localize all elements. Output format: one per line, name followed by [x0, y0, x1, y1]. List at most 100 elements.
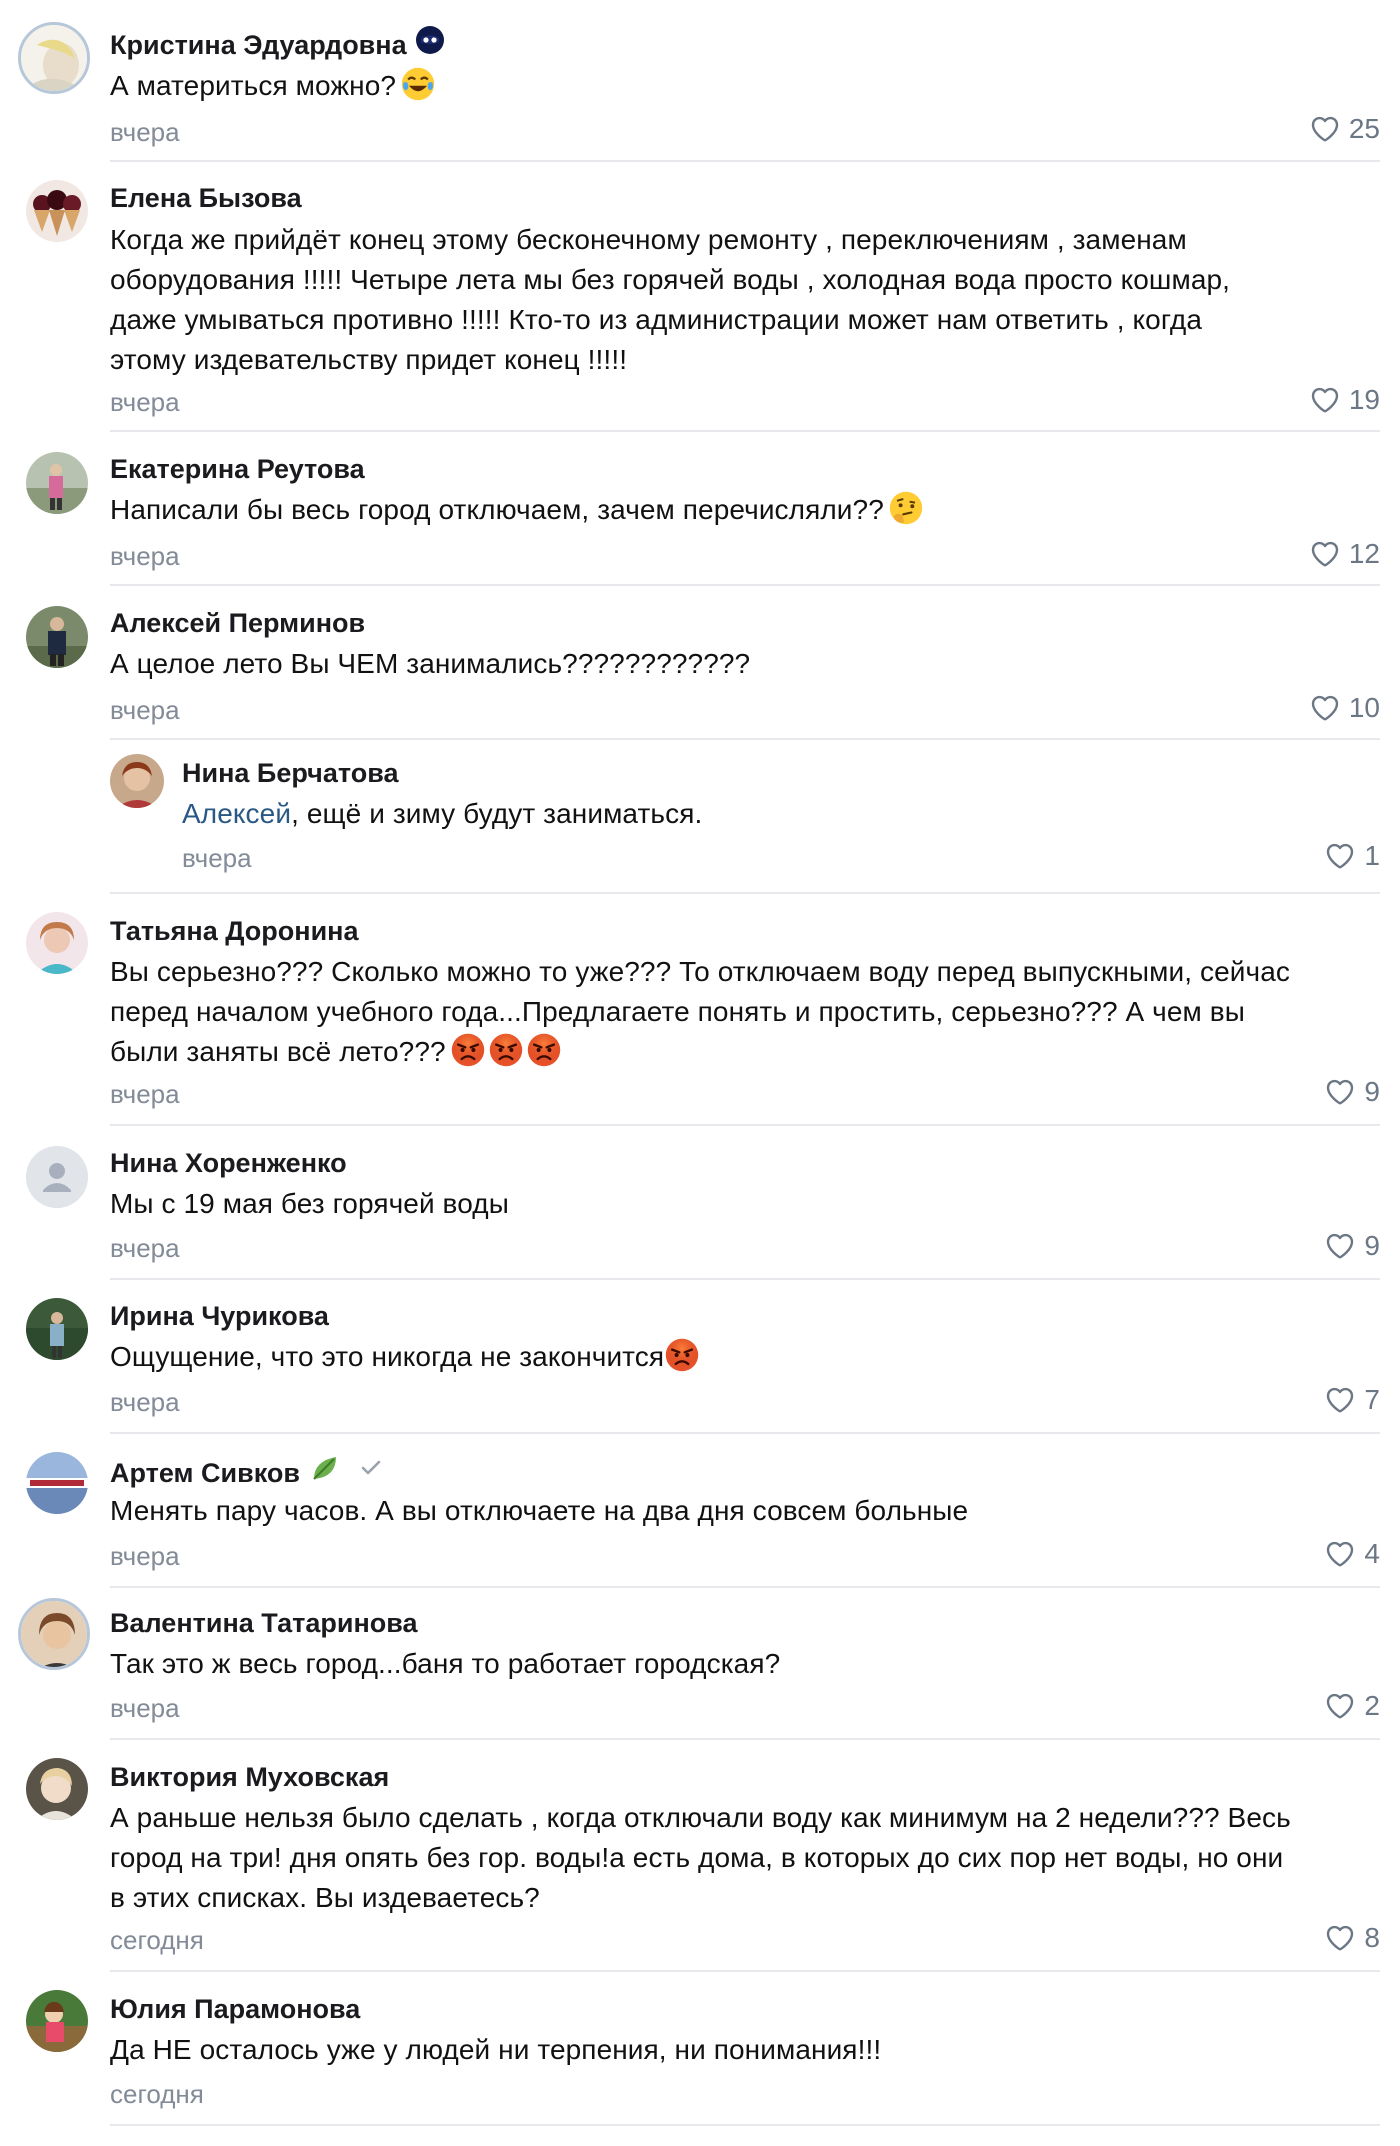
heart-icon [1324, 1922, 1356, 1954]
like-count: 2 [1364, 1690, 1380, 1721]
like-button[interactable]: 8 [1324, 1921, 1380, 1955]
angry-emoji-icon [664, 1337, 700, 1373]
author-name[interactable]: Нина Берчатова [182, 756, 398, 790]
author-name[interactable]: Валентина Татаринова [110, 1606, 418, 1640]
comment-time[interactable]: вчера [110, 1692, 180, 1724]
heart-icon [1324, 1076, 1356, 1108]
author-name[interactable]: Екатерина Реутова [110, 452, 365, 486]
like-count: 8 [1364, 1922, 1380, 1953]
avatar[interactable] [26, 1298, 88, 1360]
mask-badge-icon [415, 25, 445, 63]
comment-text: Когда же прийдёт конец этому бесконечном… [110, 224, 1231, 375]
avatar[interactable] [26, 606, 88, 668]
verified-check-icon [358, 1455, 384, 1489]
like-button[interactable]: 12 [1309, 537, 1380, 571]
divider [110, 738, 1380, 740]
avatar[interactable] [18, 1598, 90, 1670]
comment-time[interactable]: сегодня [110, 1924, 204, 1956]
avatar[interactable] [26, 1990, 88, 2052]
divider [110, 2124, 1380, 2126]
like-button[interactable]: 10 [1309, 691, 1380, 725]
avatar[interactable] [26, 1452, 88, 1514]
comment-text: Написали бы весь город отключаем, зачем … [110, 494, 884, 525]
like-count: 19 [1348, 384, 1380, 415]
angry-emoji-icon [488, 1032, 524, 1068]
like-button[interactable]: 4 [1324, 1537, 1380, 1571]
like-button[interactable]: 9 [1324, 1075, 1380, 1109]
default-avatar[interactable] [26, 1146, 88, 1208]
like-button[interactable]: 25 [1309, 112, 1380, 146]
like-count: 4 [1364, 1538, 1380, 1569]
avatar[interactable] [26, 180, 88, 242]
divider [110, 892, 1380, 894]
comment-text: , ещё и зиму будут заниматься. [291, 798, 703, 829]
divider [110, 1278, 1380, 1280]
comment-text: Так это ж весь город...баня то работает … [110, 1648, 781, 1679]
like-count: 9 [1364, 1076, 1380, 1107]
comment-time[interactable]: вчера [110, 694, 180, 726]
comment-time[interactable]: вчера [110, 1386, 180, 1418]
author-name[interactable]: Алексей Перминов [110, 606, 365, 640]
divider [110, 1432, 1380, 1434]
avatar[interactable] [26, 452, 88, 514]
avatar[interactable] [110, 754, 164, 808]
divider [110, 160, 1380, 162]
author-name[interactable]: Юлия Парамонова [110, 1992, 360, 2026]
comment-text: А раньше нельзя было сделать , когда отк… [110, 1802, 1291, 1913]
comment-time[interactable]: сегодня [110, 2078, 204, 2110]
divider [110, 584, 1380, 586]
like-button[interactable]: 1 [1324, 839, 1380, 873]
heart-icon [1309, 538, 1341, 570]
like-count: 1 [1364, 840, 1380, 871]
like-button[interactable]: 2 [1324, 1689, 1380, 1723]
comment-text: А материться можно? [110, 70, 397, 101]
comment-time[interactable]: вчера [110, 1078, 180, 1110]
mention-link[interactable]: Алексей [182, 798, 291, 829]
comment-text: Ощущение, что это никогда не закончится [110, 1341, 665, 1372]
like-count: 10 [1348, 692, 1380, 723]
angry-emoji-icon [450, 1032, 486, 1068]
comment-time[interactable]: вчера [110, 116, 180, 148]
comment-text: А целое лето Вы ЧЕМ занимались??????????… [110, 648, 751, 679]
thinking-emoji-icon [888, 490, 924, 537]
heart-icon [1309, 113, 1341, 145]
like-count: 12 [1348, 538, 1380, 569]
like-count: 7 [1364, 1384, 1380, 1415]
comment-text: Вы серьезно??? Сколько можно то уже??? Т… [110, 956, 1290, 1067]
like-count: 25 [1348, 113, 1380, 144]
like-button[interactable]: 7 [1324, 1383, 1380, 1417]
like-button[interactable]: 19 [1309, 383, 1380, 417]
author-name[interactable]: Нина Хоренженко [110, 1146, 347, 1180]
divider [110, 430, 1380, 432]
comment-time[interactable]: вчера [182, 842, 252, 874]
divider [110, 1124, 1380, 1126]
heart-icon [1309, 384, 1341, 416]
author-name[interactable]: Кристина Эдуардовна [110, 30, 407, 60]
avatar[interactable] [26, 912, 88, 974]
heart-icon [1324, 840, 1356, 872]
avatar[interactable] [18, 22, 90, 94]
heart-icon [1309, 692, 1341, 724]
comment-time[interactable]: вчера [110, 1232, 180, 1264]
divider [110, 1970, 1380, 1972]
author-name[interactable]: Виктория Муховская [110, 1760, 389, 1794]
leaf-icon [308, 1451, 342, 1493]
heart-icon [1324, 1230, 1356, 1262]
avatar[interactable] [26, 1758, 88, 1820]
author-name[interactable]: Елена Бызова [110, 181, 302, 215]
divider [110, 1586, 1380, 1588]
comment-text: Менять пару часов. А вы отключаете на дв… [110, 1495, 969, 1526]
comments-feed: Кристина Эдуардовна А материться можно? … [0, 0, 1400, 2146]
tears-of-joy-emoji-icon [400, 66, 436, 113]
heart-icon [1324, 1384, 1356, 1416]
heart-icon [1324, 1538, 1356, 1570]
like-button[interactable]: 9 [1324, 1229, 1380, 1263]
comment-time[interactable]: вчера [110, 1540, 180, 1572]
angry-emoji-icon [526, 1032, 562, 1068]
author-name[interactable]: Татьяна Доронина [110, 914, 359, 948]
comment-time[interactable]: вчера [110, 540, 180, 572]
comment-time[interactable]: вчера [110, 386, 180, 418]
author-name[interactable]: Ирина Чурикова [110, 1299, 329, 1333]
author-name[interactable]: Артем Сивков [110, 1458, 300, 1488]
divider [110, 1738, 1380, 1740]
